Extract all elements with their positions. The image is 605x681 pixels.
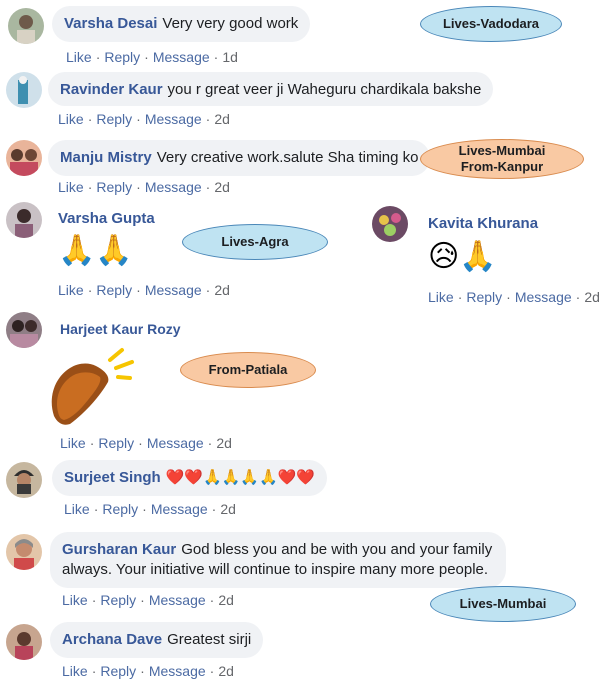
commenter-name[interactable]: Varsha Gupta (58, 210, 155, 227)
comment-time[interactable]: 2d (214, 111, 230, 127)
comment-bubble: Ravinder Kaur you r great veer ji Wahegur… (48, 72, 494, 106)
like-link[interactable]: Like (64, 501, 90, 517)
reply-link[interactable]: Reply (102, 501, 138, 517)
avatar[interactable] (372, 206, 408, 242)
message-link[interactable]: Message (147, 435, 204, 451)
commenter-name[interactable]: Gursharan Kaur (62, 541, 176, 558)
comment-time[interactable]: 1d (222, 49, 238, 65)
comment-text: Very creative work.salute Sha timing ko (156, 149, 419, 166)
comment-actions: Like · Reply · Message · 2d (62, 592, 234, 608)
avatar[interactable] (6, 72, 42, 108)
comment-actions: Like · Reply · Message · 2d (62, 663, 234, 679)
comment-actions: Like · Reply · Message · 1d (66, 49, 238, 65)
clapping-hands-icon (44, 346, 136, 428)
comment-actions: Like · Reply · Message · 2d (58, 111, 230, 127)
location-callout: From-Patiala (180, 352, 316, 388)
comment-text: Very very good work (162, 15, 299, 32)
comment-text: you r great veer ji Waheguru chardikala … (167, 81, 482, 98)
message-link[interactable]: Message (149, 592, 206, 608)
location-callout: Lives-Mumbai From-Kanpur (420, 139, 584, 179)
comment-actions: Like · Reply · Message · 2d (64, 501, 236, 517)
like-link[interactable]: Like (58, 111, 84, 127)
like-link[interactable]: Like (62, 592, 88, 608)
avatar[interactable] (6, 202, 42, 238)
message-link[interactable]: Message (149, 663, 206, 679)
avatar[interactable] (6, 312, 42, 348)
location-callout: Lives-Mumbai (430, 586, 576, 622)
commenter-name[interactable]: Varsha Desai (64, 15, 157, 32)
reply-link[interactable]: Reply (96, 282, 132, 298)
like-link[interactable]: Like (66, 49, 92, 65)
comment-time[interactable]: 2d (216, 435, 232, 451)
comment-bubble: Manju Mistry Very creative work.salute Sh… (48, 140, 431, 176)
comment-time[interactable]: 2d (218, 592, 234, 608)
comment-text: Greatest sirji (167, 631, 252, 648)
like-link[interactable]: Like (60, 435, 86, 451)
commenter-name[interactable]: Surjeet Singh (64, 469, 161, 486)
avatar[interactable] (6, 140, 42, 176)
location-callout: Lives-Agra (182, 224, 328, 260)
avatar[interactable] (6, 462, 42, 498)
reply-link[interactable]: Reply (96, 179, 132, 195)
comment-actions: Like · Reply · Message · 2d (60, 435, 232, 451)
comment-time[interactable]: 2d (220, 501, 236, 517)
message-link[interactable]: Message (151, 501, 208, 517)
reply-link[interactable]: Reply (466, 289, 502, 305)
commenter-name[interactable]: Harjeet Kaur Rozy (60, 321, 181, 337)
comment-bubble: Archana Dave Greatest sirji (50, 622, 264, 658)
avatar[interactable] (8, 8, 44, 44)
avatar[interactable] (6, 534, 42, 570)
like-link[interactable]: Like (62, 663, 88, 679)
commenter-name[interactable]: Kavita Khurana (428, 215, 538, 232)
comment-actions: Like · Reply · Message · 2d (58, 282, 230, 298)
comment-emoji: 😥🙏 (428, 240, 497, 273)
comment-actions: Like · Reply · Message · 2d (428, 289, 600, 305)
message-link[interactable]: Message (153, 49, 210, 65)
like-link[interactable]: Like (428, 289, 454, 305)
message-link[interactable]: Message (145, 111, 202, 127)
comment-emoji: 🙏🙏 (58, 234, 133, 267)
message-link[interactable]: Message (145, 282, 202, 298)
like-link[interactable]: Like (58, 282, 84, 298)
reply-link[interactable]: Reply (100, 592, 136, 608)
comment-text: ❤️❤️🙏🙏🙏🙏❤️❤️ (165, 469, 316, 486)
comment-bubble: Gursharan Kaur God bless you and be with … (50, 532, 506, 588)
comment-time[interactable]: 2d (218, 663, 234, 679)
commenter-name[interactable]: Ravinder Kaur (60, 81, 163, 98)
reply-link[interactable]: Reply (100, 663, 136, 679)
commenter-name[interactable]: Archana Dave (62, 631, 162, 648)
avatar[interactable] (6, 624, 42, 660)
message-link[interactable]: Message (515, 289, 572, 305)
comment-time[interactable]: 2d (584, 289, 600, 305)
comment-time[interactable]: 2d (214, 179, 230, 195)
comment-actions: Like · Reply · Message · 2d (58, 179, 230, 195)
comment-time[interactable]: 2d (214, 282, 230, 298)
like-link[interactable]: Like (58, 179, 84, 195)
reply-link[interactable]: Reply (104, 49, 140, 65)
comment-bubble: Varsha Desai Very very good work (52, 6, 311, 42)
commenter-name[interactable]: Manju Mistry (60, 149, 152, 166)
reply-link[interactable]: Reply (96, 111, 132, 127)
message-link[interactable]: Message (145, 179, 202, 195)
location-callout: Lives-Vadodara (420, 6, 562, 42)
comment-bubble: Surjeet Singh ❤️❤️🙏🙏🙏🙏❤️❤️ (52, 460, 328, 496)
reply-link[interactable]: Reply (98, 435, 134, 451)
